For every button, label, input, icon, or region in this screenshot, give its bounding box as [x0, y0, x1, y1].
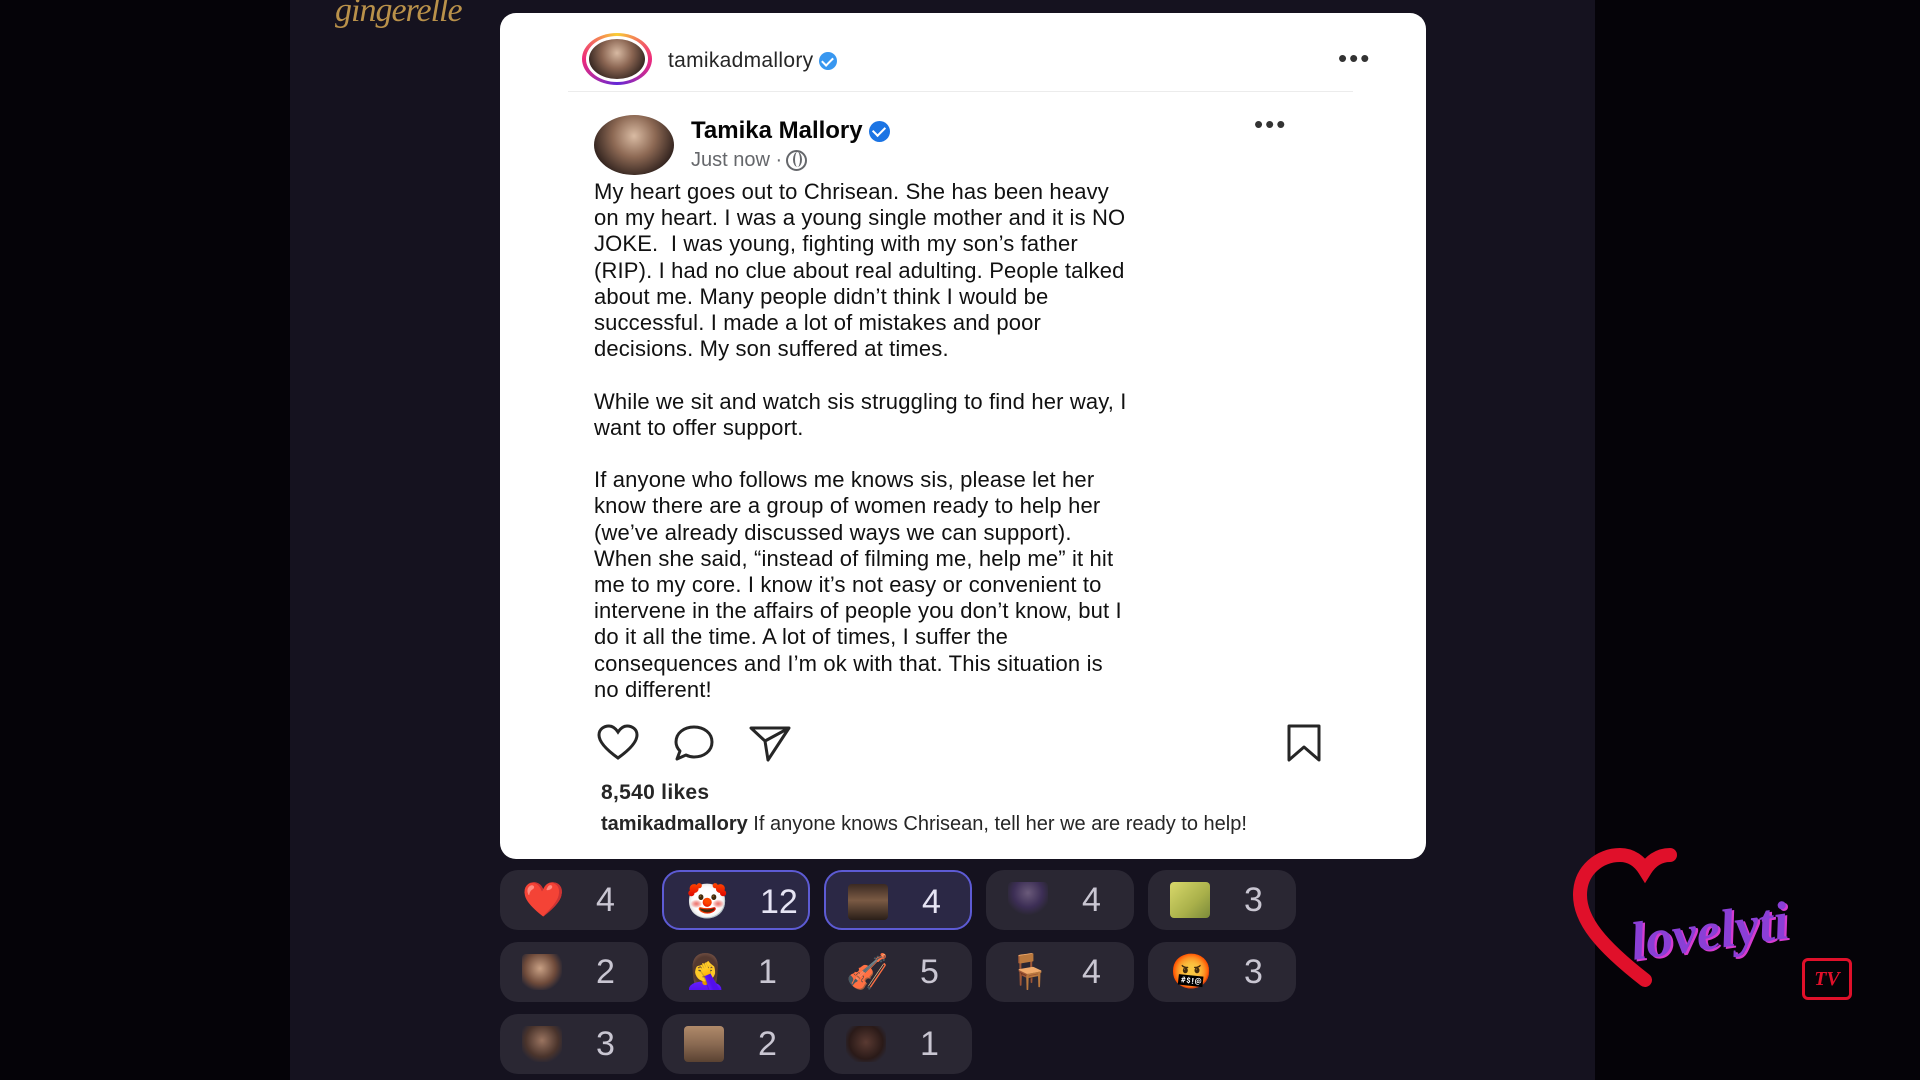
channel-watermark: lovelyti TV — [1570, 840, 1870, 1020]
reaction-count: 4 — [922, 883, 941, 921]
reaction-count: 4 — [596, 881, 615, 919]
reaction-custom-man[interactable]: 3 — [500, 1014, 648, 1074]
globe-icon — [786, 150, 808, 172]
reaction-violin[interactable]: 🎻 5 — [824, 942, 972, 1002]
profile-avatar[interactable] — [582, 33, 652, 85]
heart-outline-icon[interactable] — [596, 723, 640, 763]
verified-badge-icon — [868, 121, 890, 143]
reaction-count: 3 — [1244, 953, 1263, 991]
reaction-custom-sponge[interactable]: 3 — [1148, 870, 1296, 930]
caption-username[interactable]: tamikadmallory — [601, 813, 748, 835]
heart-emoji-icon: ❤️ — [522, 881, 565, 919]
more-options-icon: ••• — [1254, 109, 1288, 139]
custom-man-emoji-icon — [522, 1026, 562, 1062]
reaction-custom-face[interactable]: 4 — [824, 870, 972, 930]
reaction-clown[interactable]: 🤡 12 — [662, 870, 810, 930]
reaction-count: 12 — [760, 883, 798, 921]
reaction-count: 4 — [1082, 953, 1101, 991]
reaction-heart[interactable]: ❤️ 4 — [500, 870, 648, 930]
post-caption: tamikadmallory If anyone knows Chrisean,… — [601, 813, 1331, 836]
post-username[interactable]: tamikadmallory — [668, 49, 838, 73]
author-name-text: Tamika Mallory — [691, 117, 863, 144]
author-avatar — [594, 115, 674, 175]
reaction-count: 3 — [596, 1025, 615, 1063]
post-timestamp: Just now · — [691, 149, 808, 172]
more-options-icon[interactable]: ••• — [1338, 45, 1371, 71]
reaction-facepalm[interactable]: 🤦‍♀️ 1 — [662, 942, 810, 1002]
reaction-count: 1 — [758, 953, 777, 991]
reaction-custom-pointing[interactable]: 2 — [500, 942, 648, 1002]
reaction-count: 3 — [1244, 881, 1263, 919]
reaction-count: 4 — [1082, 881, 1101, 919]
clown-emoji-icon: 🤡 — [686, 883, 729, 921]
reaction-count: 2 — [596, 953, 615, 991]
cursing-face-emoji-icon: 🤬 — [1170, 953, 1213, 991]
custom-face-emoji-icon — [848, 884, 888, 920]
post-action-bar — [596, 723, 1326, 763]
post-username-text: tamikadmallory — [668, 49, 814, 72]
caption-text: If anyone knows Chrisean, tell her we ar… — [747, 813, 1247, 835]
reaction-count: 1 — [920, 1025, 939, 1063]
verified-badge-icon — [819, 52, 838, 71]
channel-logo: gingerelle — [335, 0, 463, 29]
tv-icon: TV — [1802, 958, 1852, 1000]
reaction-count: 5 — [920, 953, 939, 991]
comment-bubble-icon[interactable] — [672, 723, 716, 763]
facepalm-emoji-icon: 🤦‍♀️ — [684, 953, 727, 991]
author-name: Tamika Mallory — [691, 117, 890, 145]
reaction-cursing[interactable]: 🤬 3 — [1148, 942, 1296, 1002]
custom-shocked-emoji-icon — [846, 1026, 886, 1062]
reaction-custom-woman[interactable]: 2 — [662, 1014, 810, 1074]
timestamp-text: Just now · — [691, 149, 783, 171]
violin-emoji-icon: 🎻 — [846, 953, 889, 991]
reaction-count: 2 — [758, 1025, 777, 1063]
reaction-custom-shocked[interactable]: 1 — [824, 1014, 972, 1074]
custom-pointing-emoji-icon — [522, 954, 562, 990]
chair-emoji-icon: 🪑 — [1008, 953, 1051, 991]
instagram-post-card: tamikadmallory ••• Tamika Mallory Just n… — [500, 13, 1426, 859]
reaction-chair[interactable]: 🪑 4 — [986, 942, 1134, 1002]
post-body-text: My heart goes out to Chrisean. She has b… — [594, 179, 1127, 702]
reaction-custom-figure[interactable]: 4 — [986, 870, 1134, 930]
bookmark-icon[interactable] — [1282, 723, 1326, 763]
custom-figure-emoji-icon — [1008, 882, 1048, 918]
like-count[interactable]: 8,540 likes — [601, 781, 709, 805]
custom-woman-emoji-icon — [684, 1026, 724, 1062]
custom-sponge-emoji-icon — [1170, 882, 1210, 918]
paper-plane-icon[interactable] — [748, 723, 792, 763]
post-header: tamikadmallory ••• — [568, 23, 1369, 92]
